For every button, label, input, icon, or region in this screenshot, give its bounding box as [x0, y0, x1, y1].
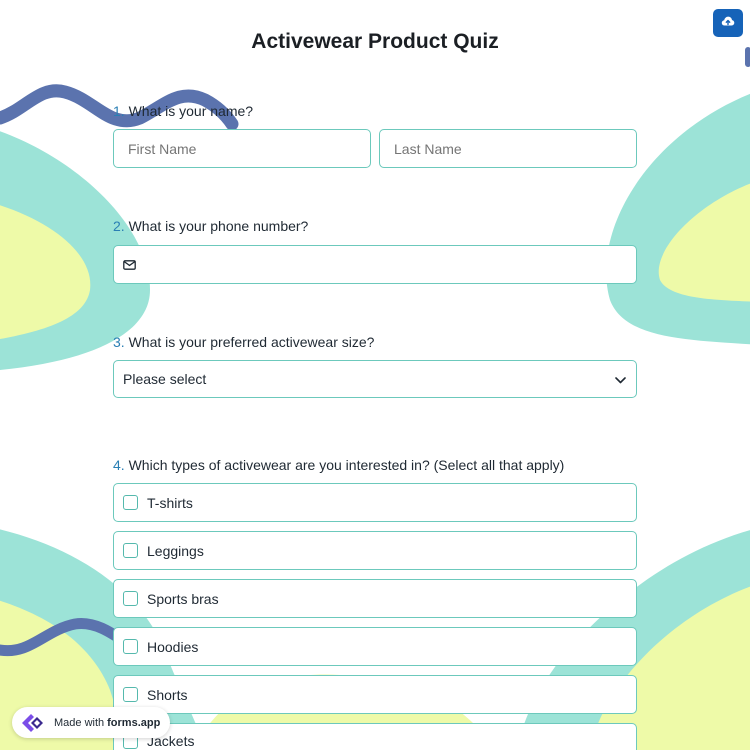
- last-name-input[interactable]: [379, 129, 637, 168]
- option-t-shirts[interactable]: T-shirts: [113, 483, 637, 522]
- form-page: Activewear Product Quiz 1. What is your …: [0, 0, 750, 750]
- first-name-input[interactable]: [113, 129, 371, 168]
- question-text: What is your phone number?: [128, 218, 309, 234]
- cloud-upload-icon: [721, 14, 735, 32]
- size-select[interactable]: Please select: [113, 360, 637, 398]
- made-with-badge[interactable]: Made with forms.app: [12, 707, 170, 738]
- forms-app-logo-icon: [20, 712, 46, 734]
- question-text: What is your name?: [128, 103, 254, 119]
- option-label: Hoodies: [147, 638, 199, 655]
- question-number: 2.: [113, 218, 125, 234]
- option-label: Shorts: [147, 686, 188, 703]
- option-sports-bras[interactable]: Sports bras: [113, 579, 637, 618]
- question-2-label: 2. What is your phone number?: [113, 218, 308, 234]
- question-number: 1.: [113, 103, 125, 119]
- option-hoodies[interactable]: Hoodies: [113, 627, 637, 666]
- checkbox[interactable]: [123, 543, 138, 558]
- question-3-label: 3. What is your preferred activewear siz…: [113, 334, 374, 350]
- question-number: 3.: [113, 334, 125, 350]
- save-progress-button[interactable]: [713, 9, 743, 37]
- question-text: What is your preferred activewear size?: [128, 334, 375, 350]
- option-leggings[interactable]: Leggings: [113, 531, 637, 570]
- mail-icon: [123, 257, 136, 273]
- checkbox[interactable]: [123, 495, 138, 510]
- checkbox[interactable]: [123, 639, 138, 654]
- option-label: Sports bras: [147, 590, 219, 607]
- question-1-label: 1. What is your name?: [113, 103, 253, 119]
- badge-brand: forms.app: [107, 716, 161, 729]
- checkbox[interactable]: [123, 591, 138, 606]
- chevron-down-icon: [615, 371, 626, 387]
- select-value: Please select: [123, 371, 207, 387]
- question-number: 4.: [113, 457, 125, 473]
- phone-number-field[interactable]: [113, 245, 637, 284]
- option-label: Leggings: [147, 542, 204, 559]
- option-shorts[interactable]: Shorts: [113, 675, 637, 714]
- question-text: Which types of activewear are you intere…: [128, 457, 565, 473]
- option-label: T-shirts: [147, 494, 193, 511]
- badge-prefix: Made with: [54, 716, 105, 729]
- option-jackets[interactable]: Jackets: [113, 723, 637, 750]
- form-title: Activewear Product Quiz: [251, 30, 499, 53]
- checkbox[interactable]: [123, 687, 138, 702]
- question-4-label: 4. Which types of activewear are you int…: [113, 457, 564, 473]
